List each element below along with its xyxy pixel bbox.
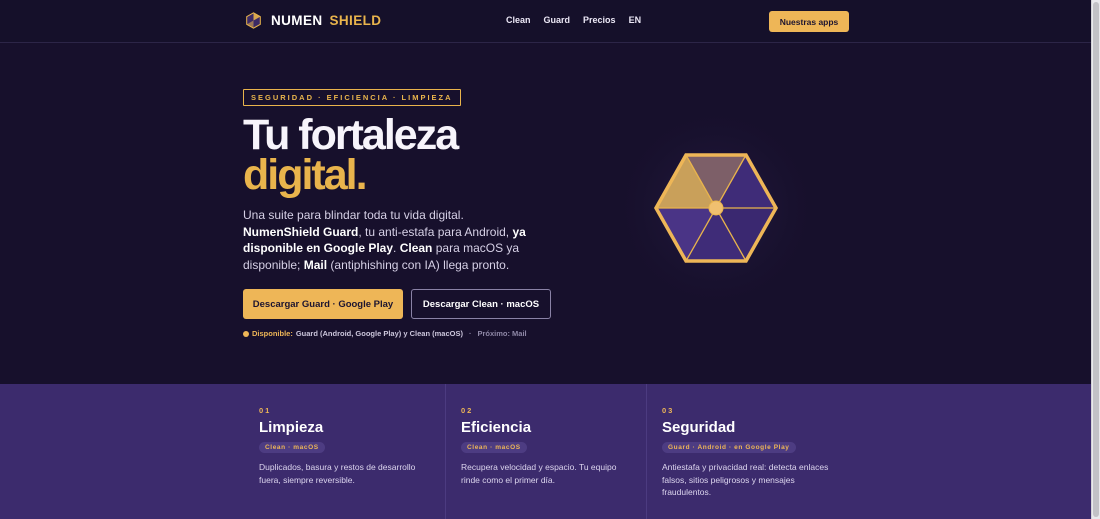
vertical-scrollbar[interactable] bbox=[1091, 0, 1100, 519]
download-guard-button[interactable]: Descargar Guard · Google Play bbox=[243, 289, 403, 319]
brand-name-shield: SHIELD bbox=[329, 13, 382, 28]
feature-description: Recupera velocidad y espacio. Tu equipo … bbox=[461, 462, 617, 485]
shield-logo-icon bbox=[246, 12, 261, 29]
features-section: 01 Limpieza Clean · macOS Duplicados, ba… bbox=[0, 384, 1091, 519]
status-dot-icon bbox=[243, 330, 249, 337]
feature-number: 03 bbox=[662, 406, 675, 415]
hero-description: Una suite para blindar toda tu vida digi… bbox=[243, 207, 533, 273]
feature-description: Duplicados, basura y restos de desarroll… bbox=[259, 462, 416, 485]
availability-separator: · bbox=[468, 329, 472, 338]
scrollbar-thumb[interactable] bbox=[1093, 2, 1099, 517]
feature-card-seguridad: 03 Seguridad Guard · Android · en Google… bbox=[662, 406, 837, 499]
feature-divider bbox=[646, 384, 647, 519]
feature-divider bbox=[445, 384, 446, 519]
availability-text: Guard (Android, Google Play) y Clean (ma… bbox=[295, 329, 463, 338]
our-apps-button[interactable]: Nuestras apps bbox=[769, 11, 849, 32]
lead-text-1: Una suite para blindar toda tu vida digi… bbox=[243, 208, 464, 222]
nav-links: Clean Guard Precios EN bbox=[506, 15, 641, 25]
hero-title-line1: Tu fortaleza bbox=[243, 111, 459, 159]
top-navbar: NUMEN SHIELD Clean Guard Precios EN Nuest… bbox=[0, 0, 1091, 43]
feature-badge: Guard · Android · en Google Play bbox=[662, 442, 796, 453]
lead-guard-name: NumenShield Guard bbox=[243, 224, 359, 239]
feature-card-eficiencia: 02 Eficiencia Clean · macOS Recupera vel… bbox=[461, 406, 636, 486]
lead-clean-name: Clean bbox=[399, 241, 433, 255]
feature-badge: Clean · macOS bbox=[259, 442, 325, 453]
lead-mail-name: Mail bbox=[303, 257, 328, 272]
brand-name-numen: NUMEN bbox=[271, 13, 323, 28]
hero-title-line2: digital. bbox=[243, 151, 368, 199]
lead-text-2: , tu anti-estafa para Android, bbox=[358, 224, 513, 239]
hero-section: SEGURIDAD · EFICIENCIA · LIMPIEZA Tu for… bbox=[0, 43, 1091, 384]
availability-label: Disponible: bbox=[252, 329, 293, 338]
feature-number: 01 bbox=[259, 406, 272, 415]
feature-badge: Clean · macOS bbox=[461, 442, 527, 453]
feature-number: 02 bbox=[461, 406, 474, 415]
nav-link-guard[interactable]: Guard bbox=[544, 15, 571, 25]
language-switch-en[interactable]: EN bbox=[629, 15, 642, 25]
availability-next: Próximo: Mail bbox=[477, 329, 527, 338]
hero-title: Tu fortaleza digital. bbox=[243, 111, 459, 199]
lead-text-3: . bbox=[393, 241, 400, 255]
brand-logo-link[interactable]: NUMEN SHIELD bbox=[245, 12, 381, 29]
feature-description: Antiestafa y privacidad real: detecta en… bbox=[662, 462, 829, 497]
availability-line: Disponible: Guard (Android, Google Play)… bbox=[243, 329, 527, 338]
nav-link-precios[interactable]: Precios bbox=[583, 15, 616, 25]
lead-text-5: (antiphishing con IA) llega pronto. bbox=[327, 257, 510, 272]
feature-title: Limpieza bbox=[259, 419, 324, 436]
feature-title: Seguridad bbox=[662, 419, 736, 436]
hero-eyebrow-tag: SEGURIDAD · EFICIENCIA · LIMPIEZA bbox=[243, 89, 461, 106]
download-clean-button[interactable]: Descargar Clean · macOS bbox=[411, 289, 551, 319]
feature-title: Eficiencia bbox=[461, 419, 532, 436]
nav-link-clean[interactable]: Clean bbox=[506, 15, 531, 25]
hexagon-shield-icon bbox=[611, 111, 821, 311]
feature-card-limpieza: 01 Limpieza Clean · macOS Duplicados, ba… bbox=[259, 406, 434, 486]
